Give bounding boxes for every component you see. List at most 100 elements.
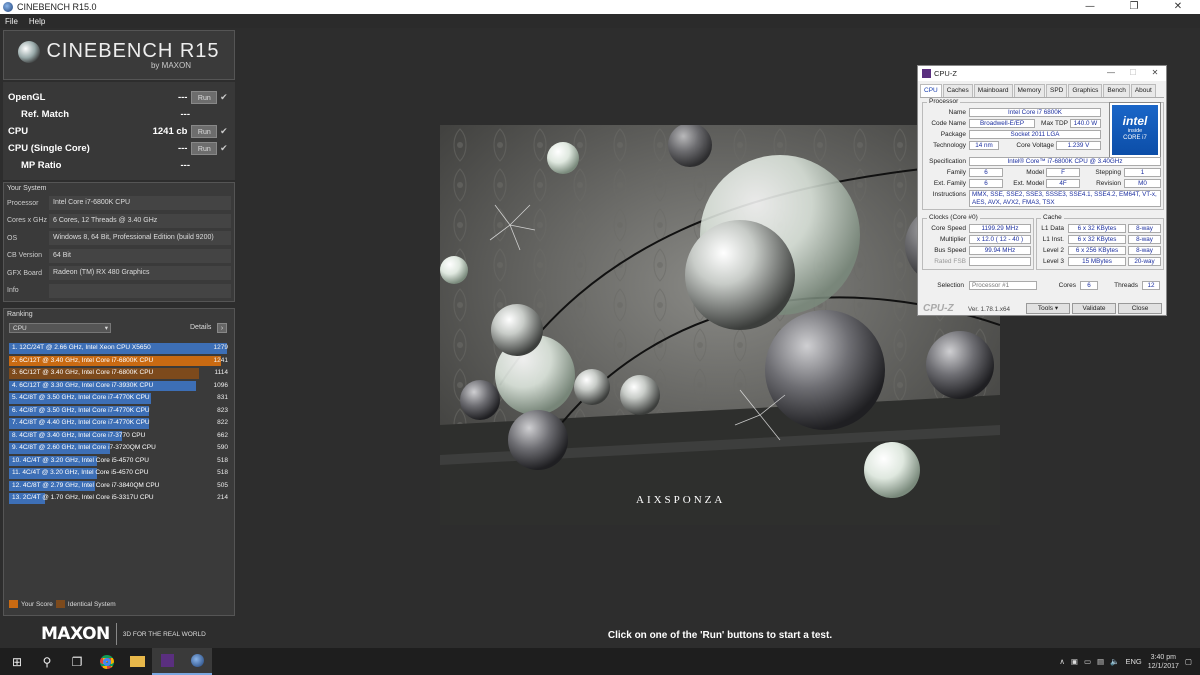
taskbar: ⊞ ⚲ ❐ ∧ ▣ ▭ ▤ 🔈 ENG 3:40 pm 12/1/2017 ▢ <box>0 648 1200 675</box>
cpuz-logo: CPU-Z <box>923 303 954 314</box>
name-label: Name <box>948 109 966 116</box>
volume-icon[interactable]: 🔈 <box>1110 657 1119 666</box>
ranking-score: 1241 <box>213 356 228 364</box>
footer-divider <box>115 623 117 645</box>
cpuz-tab-memory[interactable]: Memory <box>1013 84 1045 97</box>
ranking-score: 823 <box>217 406 228 414</box>
start-windows-icon[interactable]: ⊞ <box>2 648 32 675</box>
tools-button[interactable]: Tools ▾ <box>1026 303 1070 314</box>
revision-value: M0 <box>1124 179 1161 188</box>
ranking-item[interactable]: 9. 4C/8T @ 2.60 GHz, Intel Core i7-3720Q… <box>9 442 231 455</box>
intel-inside: inside <box>1127 128 1143 134</box>
clocks-group-title: Clocks (Core #0) <box>927 214 980 221</box>
test-label: CPU (Single Core) <box>8 142 90 154</box>
cpuz-tab-graphics[interactable]: Graphics <box>1068 84 1103 97</box>
level3-value: 15 MBytes <box>1068 257 1126 266</box>
ext-model-value: 4F <box>1046 179 1080 188</box>
test-row: CPU (Single Core) --- Run ✔ <box>8 140 230 156</box>
checkmark-icon[interactable]: ✔ <box>220 126 230 137</box>
multiplier-label: Multiplier <box>939 236 966 243</box>
run-button[interactable]: Run <box>191 90 218 104</box>
ranking-dropdown[interactable]: CPU ▾ <box>9 323 111 333</box>
ranking-item[interactable]: 2. 6C/12T @ 3.40 GHz, Intel Core i7-6800… <box>9 355 231 368</box>
cpuz-close-action-button[interactable]: Close <box>1118 303 1162 314</box>
test-label: Ref. Match <box>21 108 70 120</box>
system-value: 6 Cores, 12 Threads @ 3.40 GHz <box>49 213 231 228</box>
rated-fsb-value <box>969 257 1031 266</box>
cpuz-close-button[interactable]: ✕ <box>1144 66 1166 80</box>
ranking-item[interactable]: 5. 4C/8T @ 3.50 GHz, Intel Core i7-4770K… <box>9 392 231 405</box>
ranking-item[interactable]: 8. 4C/8T @ 3.40 GHz, Intel Core i7-3770 … <box>9 430 231 443</box>
test-label: MP Ratio <box>21 159 62 171</box>
cpuz-maximize-button[interactable]: ☐ <box>1122 66 1144 80</box>
close-button[interactable]: ✕ <box>1156 0 1200 14</box>
notifications-icon[interactable]: ▢ <box>1185 657 1192 666</box>
system-value <box>49 283 231 298</box>
cpuz-title: CPU-Z <box>934 69 957 78</box>
ranking-item[interactable]: 10. 4C/4T @ 3.20 GHz, Intel Core i5-4570… <box>9 455 231 468</box>
ranking-item[interactable]: 1. 12C/24T @ 2.66 GHz, Intel Xeon CPU X5… <box>9 342 231 355</box>
cpuz-tab-about[interactable]: About <box>1130 84 1156 97</box>
validate-button[interactable]: Validate <box>1072 303 1116 314</box>
file-explorer-icon[interactable] <box>122 648 152 675</box>
chrome-icon[interactable] <box>92 648 122 675</box>
minimize-button[interactable]: — <box>1068 0 1112 14</box>
cpuz-taskbar-icon[interactable] <box>152 648 182 675</box>
level3-label: Level 3 <box>1043 258 1064 265</box>
checkmark-icon[interactable]: ✔ <box>220 92 230 103</box>
maxon-tagline: 3D FOR THE REAL WORLD <box>122 630 206 638</box>
ranking-text: 3. 6C/12T @ 3.40 GHz, Intel Core i7-6800… <box>12 369 154 376</box>
ranking-item[interactable]: 3. 6C/12T @ 3.40 GHz, Intel Core i7-6800… <box>9 367 231 380</box>
test-score: --- <box>177 91 188 103</box>
chat-icon[interactable]: ▤ <box>1097 657 1104 666</box>
test-panel: OpenGL --- Run ✔ Ref. Match --- CPU 1241 cb Run ✔… <box>3 82 235 180</box>
identical-system-swatch <box>55 600 65 608</box>
menu-file[interactable]: File <box>5 17 18 26</box>
bus-speed-value: 99.94 MHz <box>969 246 1031 255</box>
test-score: --- <box>180 108 191 120</box>
ranking-legend: Your Score Identical System <box>9 600 116 608</box>
maximize-button[interactable]: ❐ <box>1112 0 1156 14</box>
system-key: Processor <box>7 199 39 207</box>
ext-family-label: Ext. Family <box>933 180 966 187</box>
cpuz-tab-caches[interactable]: Caches <box>942 84 973 97</box>
selection-dropdown[interactable]: Processor #1 <box>969 281 1037 290</box>
checkmark-icon[interactable]: ✔ <box>220 143 230 154</box>
threads-value: 12 <box>1142 281 1160 290</box>
cpuz-tab-cpu[interactable]: CPU <box>920 84 942 97</box>
package-label: Package <box>940 131 966 138</box>
task-view-icon[interactable]: ❐ <box>62 648 92 675</box>
intel-core-i7-badge: intel inside CORE i7 <box>1110 103 1160 157</box>
ranking-item[interactable]: 6. 4C/8T @ 3.50 GHz, Intel Core i7-4770K… <box>9 405 231 418</box>
cpuz-tab-mainboard[interactable]: Mainboard <box>973 84 1013 97</box>
ranking-item[interactable]: 11. 4C/4T @ 3.20 GHz, Intel Core i5-4570… <box>9 467 231 480</box>
network-icon[interactable]: ▣ <box>1071 657 1078 666</box>
ranking-item[interactable]: 7. 4C/8T @ 4.40 GHz, Intel Core i7-4770K… <box>9 417 231 430</box>
cores-value: 6 <box>1080 281 1098 290</box>
cpuz-minimize-button[interactable]: — <box>1100 66 1122 80</box>
run-button[interactable]: Run <box>191 124 218 138</box>
ranking-score: 505 <box>217 481 228 489</box>
ranking-item[interactable]: 12. 4C/8T @ 2.79 GHz, Intel Core i7-3840… <box>9 480 231 493</box>
ext-model-label: Ext. Model <box>1013 180 1044 187</box>
battery-icon[interactable]: ▭ <box>1084 657 1091 666</box>
logo-by: by MAXON <box>150 61 191 70</box>
multiplier-value: x 12.0 ( 12 - 40 ) <box>969 235 1031 244</box>
cinema4d-logo-icon <box>18 40 41 63</box>
details-button[interactable]: › <box>217 323 227 333</box>
clock[interactable]: 3:40 pm 12/1/2017 <box>1148 653 1179 671</box>
legend-your-score: Your Score <box>21 600 53 608</box>
ranking-item[interactable]: 4. 6C/12T @ 3.30 GHz, Intel Core i7-3930… <box>9 380 231 393</box>
cinebench-taskbar-icon[interactable] <box>182 648 212 675</box>
title-bar: CINEBENCH R15.0 — ❐ ✕ <box>0 0 1200 14</box>
search-icon[interactable]: ⚲ <box>32 648 62 675</box>
system-row: Cores x GHz 6 Cores, 12 Threads @ 3.40 GH… <box>7 213 231 229</box>
language-indicator[interactable]: ENG <box>1125 657 1141 666</box>
cpuz-tab-spd[interactable]: SPD <box>1045 84 1068 97</box>
chevron-up-icon[interactable]: ∧ <box>1059 657 1065 666</box>
menu-help[interactable]: Help <box>29 17 45 26</box>
ranking-item[interactable]: 13. 2C/4T @ 1.70 GHz, Intel Core i5-3317… <box>9 492 231 505</box>
system-key: Cores x GHz <box>7 217 48 224</box>
cpuz-tab-bench[interactable]: Bench <box>1103 84 1130 97</box>
run-button[interactable]: Run <box>191 141 218 155</box>
